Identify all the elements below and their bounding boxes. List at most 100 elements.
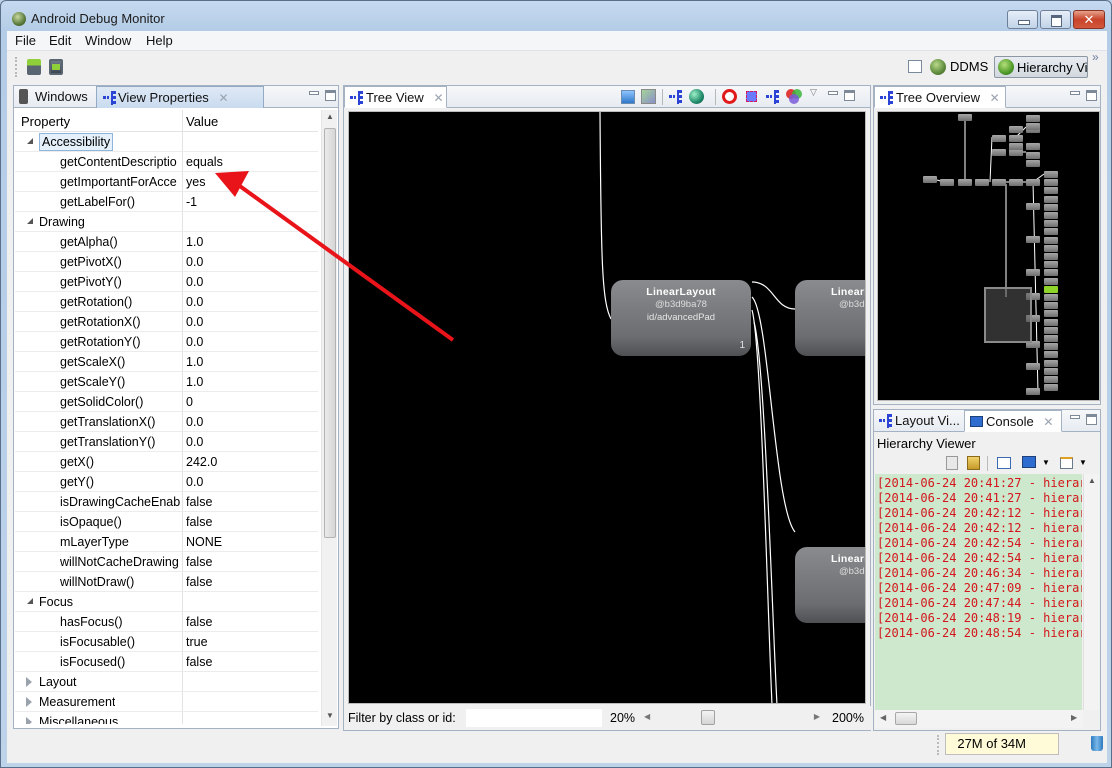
menu-edit[interactable]: Edit [49,33,71,48]
slider-right-icon[interactable]: ▶ [814,712,820,721]
maximize-view-icon[interactable] [1086,90,1097,101]
property-group-drawing[interactable]: Drawing [15,212,318,232]
scroll-right-icon[interactable]: ▶ [1071,713,1077,722]
trash-icon[interactable] [1091,736,1103,751]
minimize-view-icon[interactable] [1070,415,1080,419]
color-overlay-icon[interactable] [786,89,802,105]
request-layout-icon[interactable] [746,91,757,102]
minimize-button[interactable] [1007,10,1038,29]
open-perspective-icon[interactable] [908,60,922,73]
close-tab-icon[interactable]: ✕ [433,87,443,109]
property-row[interactable]: getSolidColor() 0 [15,392,318,412]
close-tab-icon[interactable]: ✕ [218,87,228,109]
close-tab-icon[interactable]: ✕ [990,87,1000,109]
property-row[interactable]: getRotationX() 0.0 [15,312,318,332]
menu-window[interactable]: Window [85,33,131,48]
clear-console-icon[interactable] [946,456,958,470]
property-row[interactable]: getImportantForAcce yes [15,172,318,192]
tab-layout-view[interactable]: Layout Vi... [874,410,964,432]
display-console-icon[interactable] [1022,456,1036,468]
pin-console-icon[interactable] [997,457,1011,469]
property-group-accessibility[interactable]: Accessibility [15,132,318,152]
expand-icon[interactable] [26,717,32,724]
scroll-left-icon[interactable]: ◀ [880,713,886,722]
minimize-view-icon[interactable] [1070,91,1080,95]
tab-console[interactable]: Console ✕ [964,410,1062,432]
property-row[interactable]: getX() 242.0 [15,452,318,472]
perspective-ddms[interactable]: DDMS [928,56,988,78]
tree-node[interactable]: LinearL @b3d5 [795,547,865,623]
property-row[interactable]: getRotation() 0.0 [15,292,318,312]
column-value[interactable]: Value [186,114,218,129]
property-row[interactable]: isFocusable() true [15,632,318,652]
collapse-icon[interactable] [27,138,33,144]
load-view-hierarchy-icon[interactable] [669,90,683,104]
close-tab-icon[interactable]: ✕ [1043,411,1053,433]
tree-node-selected[interactable]: LinearLayout @b3d9ba78 id/advancedPad 1 [611,280,751,356]
dropdown-icon[interactable]: ▼ [1042,458,1050,467]
property-row[interactable]: isDrawingCacheEnab false [15,492,318,512]
property-row[interactable]: getTranslationY() 0.0 [15,432,318,452]
menu-file[interactable]: File [15,33,36,48]
minimize-view-icon[interactable] [309,91,319,95]
property-row[interactable]: mLayerType NONE [15,532,318,552]
open-console-icon[interactable] [1060,457,1073,469]
view-menu-icon[interactable]: ▽ [810,87,817,98]
scroll-thumb[interactable] [324,128,336,538]
dump-display-list-icon[interactable] [766,90,780,104]
property-row[interactable]: getRotationY() 0.0 [15,332,318,352]
scroll-down-icon[interactable]: ▼ [326,711,334,720]
property-row[interactable]: getLabelFor() -1 [15,192,318,212]
expand-icon[interactable] [26,697,32,707]
property-row[interactable]: getScaleY() 1.0 [15,372,318,392]
menu-help[interactable]: Help [146,33,173,48]
zoom-slider[interactable]: ◀ ▶ [642,709,822,727]
dropdown-icon[interactable]: ▼ [1079,458,1087,467]
install-apk-icon[interactable] [27,59,41,75]
scroll-up-icon[interactable]: ▲ [1088,476,1096,485]
tree-overview-canvas[interactable] [877,111,1100,401]
properties-scrollbar[interactable]: ▲ ▼ [321,110,337,726]
maximize-view-icon[interactable] [325,90,336,101]
collapse-icon[interactable] [27,598,33,604]
property-row[interactable]: willNotDraw() false [15,572,318,592]
property-row[interactable]: hasFocus() false [15,612,318,632]
tab-view-properties[interactable]: View Properties ✕ [96,86,264,108]
globe-icon[interactable] [689,89,704,104]
property-row[interactable]: isFocused() false [15,652,318,672]
perspective-overflow-icon[interactable]: » [1092,50,1099,64]
property-row[interactable]: willNotCacheDrawing false [15,552,318,572]
property-row[interactable]: isOpaque() false [15,512,318,532]
invalidate-icon[interactable] [722,89,737,104]
slider-left-icon[interactable]: ◀ [644,712,650,721]
perspective-hierarchy-viewer[interactable]: Hierarchy Vi [994,56,1088,78]
scroll-up-icon[interactable]: ▲ [326,112,334,121]
toolbar-grip[interactable] [15,57,17,77]
property-row[interactable]: getY() 0.0 [15,472,318,492]
property-group-focus[interactable]: Focus [15,592,318,612]
console-output[interactable]: [2014-06-24 20:41:27 - hierar [2014-06-24… [875,474,1082,710]
collapse-icon[interactable] [27,218,33,224]
property-group-layout[interactable]: Layout [15,672,318,692]
column-property[interactable]: Property [21,114,70,129]
scroll-lock-icon[interactable] [967,456,980,470]
tab-tree-view[interactable]: Tree View ✕ [344,86,447,108]
save-png-icon[interactable] [621,90,635,104]
close-button[interactable]: ✕ [1073,10,1105,29]
viewport-rectangle[interactable] [984,287,1032,343]
property-row[interactable]: getTranslationX() 0.0 [15,412,318,432]
console-vscrollbar[interactable]: ▲ [1083,474,1099,710]
property-group-miscellaneous[interactable]: Miscellaneous [15,712,318,724]
tab-tree-overview[interactable]: Tree Overview ✕ [874,86,1006,108]
maximize-button[interactable] [1040,10,1071,29]
heap-status[interactable]: 27M of 34M [945,733,1059,755]
property-row[interactable]: getPivotY() 0.0 [15,272,318,292]
hscroll-thumb[interactable] [895,712,917,725]
property-group-measurement[interactable]: Measurement [15,692,318,712]
property-row[interactable]: getContentDescriptio equals [15,152,318,172]
tree-canvas[interactable]: LinearLayout @b3d9ba78 id/advancedPad 1 … [348,111,866,704]
console-hscrollbar[interactable]: ◀ ▶ [875,710,1083,728]
device-screen-icon[interactable] [49,59,63,75]
tree-node[interactable]: LinearL @b3d5 [795,280,865,356]
maximize-view-icon[interactable] [844,90,855,101]
